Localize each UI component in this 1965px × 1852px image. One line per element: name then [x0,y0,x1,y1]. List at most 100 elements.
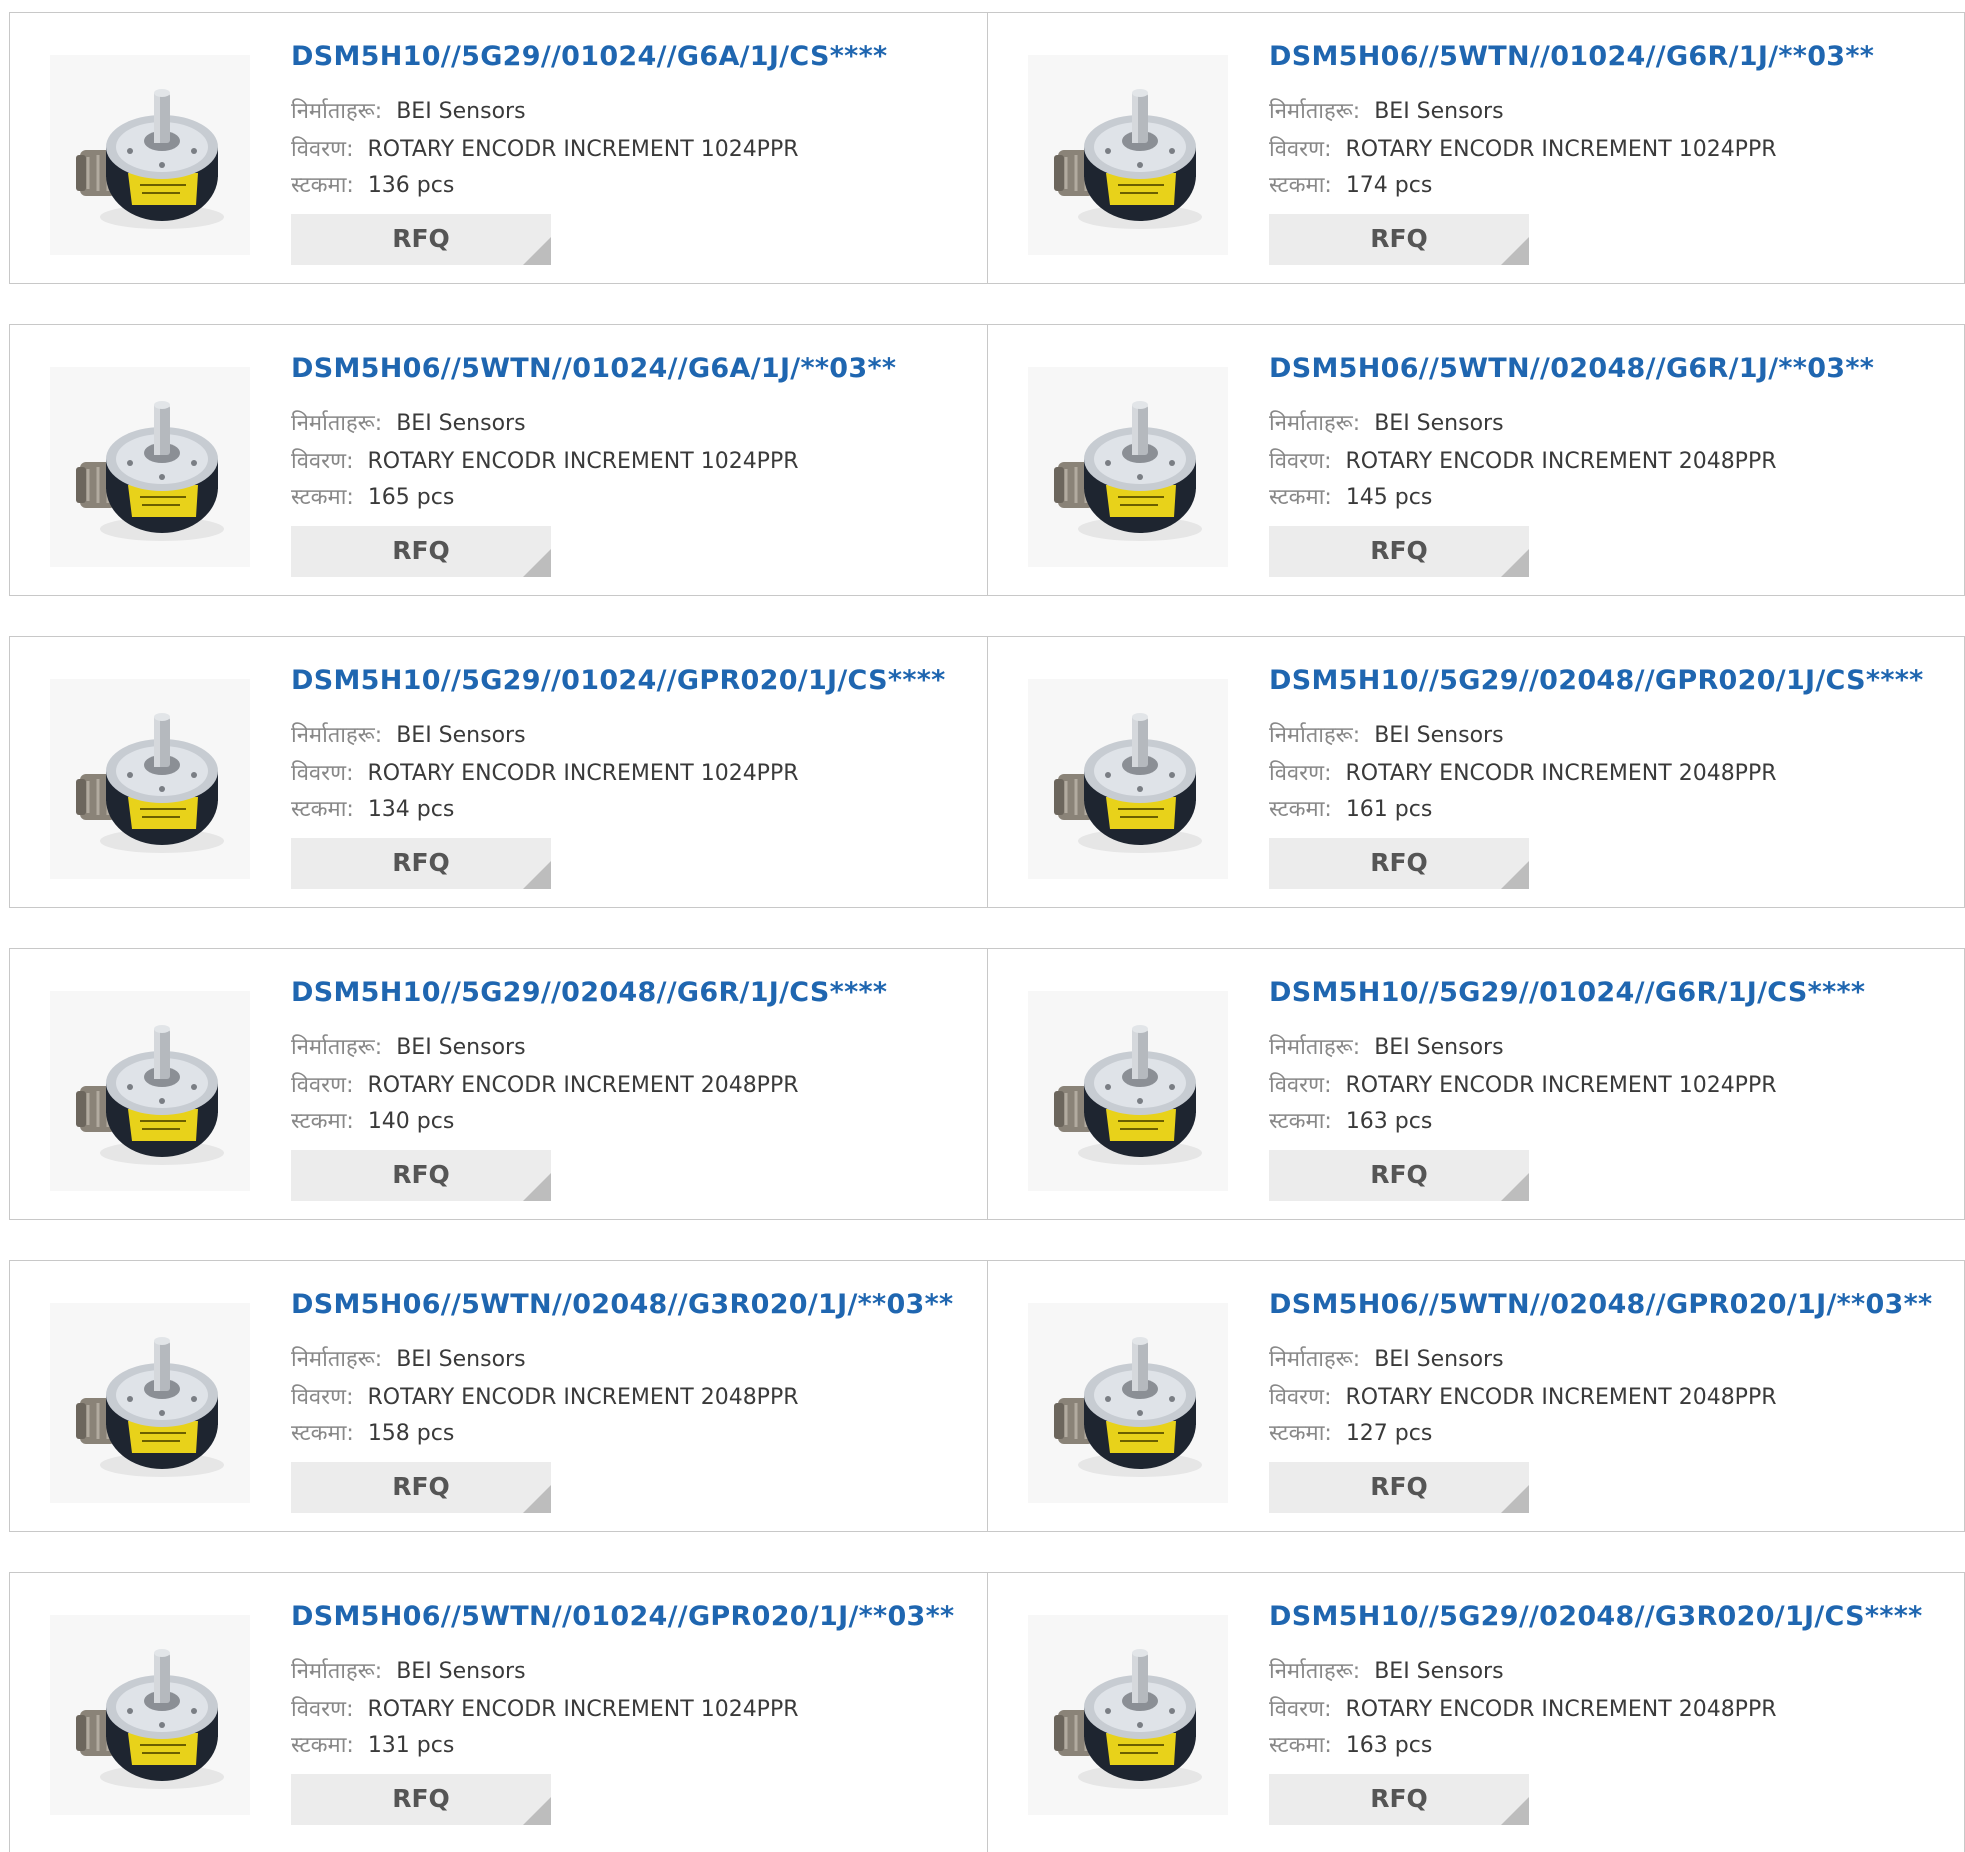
description-value: ROTARY ENCODR INCREMENT 1024PPR [1345,1073,1777,1098]
manufacturer-label: निर्माताहरू: [1269,1659,1361,1684]
manufacturer-row: निर्माताहरू: BEI Sensors [291,1655,526,1685]
product-card: DSM5H10//5G29//02048//GPR020/1J/CS**** न… [988,637,1965,907]
product-image[interactable] [1028,1303,1228,1503]
product-image[interactable] [50,55,250,255]
manufacturer-value: BEI Sensors [1374,411,1504,436]
product-image[interactable] [50,367,250,567]
description-value: ROTARY ENCODR INCREMENT 1024PPR [367,449,799,474]
manufacturer-row: निर्माताहरू: BEI Sensors [291,95,526,125]
rfq-button[interactable]: RFQ [291,214,551,265]
manufacturer-value: BEI Sensors [396,1035,526,1060]
manufacturer-value: BEI Sensors [1374,1347,1504,1372]
manufacturer-value: BEI Sensors [396,723,526,748]
product-title-link[interactable]: DSM5H10//5G29//01024//G6A/1J/CS**** [291,41,887,72]
product-row: DSM5H06//5WTN//01024//GPR020/1J/**03** न… [9,1572,1965,1852]
stock-value: 136 pcs [367,173,455,198]
rfq-button[interactable]: RFQ [291,1774,551,1825]
description-row: विवरण: ROTARY ENCODR INCREMENT 1024PPR [1269,1069,1777,1099]
rfq-button[interactable]: RFQ [291,1462,551,1513]
product-title-link[interactable]: DSM5H06//5WTN//01024//GPR020/1J/**03** [291,1601,954,1632]
manufacturer-row: निर्माताहरू: BEI Sensors [1269,1031,1504,1061]
product-card: DSM5H06//5WTN//02048//G6R/1J/**03** निर्… [988,325,1965,595]
manufacturer-label: निर्माताहरू: [291,1659,383,1684]
description-row: विवरण: ROTARY ENCODR INCREMENT 1024PPR [291,133,799,163]
description-value: ROTARY ENCODR INCREMENT 1024PPR [367,761,799,786]
description-row: विवरण: ROTARY ENCODR INCREMENT 1024PPR [291,1693,799,1723]
rfq-button[interactable]: RFQ [291,838,551,889]
product-title-link[interactable]: DSM5H06//5WTN//01024//G6A/1J/**03** [291,353,896,384]
description-value: ROTARY ENCODR INCREMENT 1024PPR [1345,137,1777,162]
description-row: विवरण: ROTARY ENCODR INCREMENT 2048PPR [1269,757,1777,787]
rfq-label: RFQ [1370,1784,1428,1813]
corner-triangle-icon [523,549,551,577]
rotary-encoder-icon [1054,1649,1202,1789]
manufacturer-row: निर्माताहरू: BEI Sensors [1269,95,1504,125]
rfq-button[interactable]: RFQ [291,1150,551,1201]
product-image[interactable] [50,1303,250,1503]
description-row: विवरण: ROTARY ENCODR INCREMENT 1024PPR [291,757,799,787]
product-card: DSM5H10//5G29//01024//GPR020/1J/CS**** न… [10,637,988,907]
product-title-link[interactable]: DSM5H06//5WTN//02048//G3R020/1J/**03** [291,1289,953,1320]
product-image[interactable] [1028,991,1228,1191]
product-image[interactable] [50,991,250,1191]
manufacturer-row: निर्माताहरू: BEI Sensors [1269,719,1504,749]
manufacturer-value: BEI Sensors [396,1347,526,1372]
stock-value: 134 pcs [367,797,455,822]
product-row: DSM5H10//5G29//02048//G6R/1J/CS**** निर्… [9,948,1965,1220]
product-image[interactable] [1028,55,1228,255]
rotary-encoder-icon [1054,401,1202,541]
rfq-button[interactable]: RFQ [1269,1774,1529,1825]
product-row: DSM5H06//5WTN//02048//G3R020/1J/**03** न… [9,1260,1965,1532]
manufacturer-label: निर्माताहरू: [1269,723,1361,748]
description-row: विवरण: ROTARY ENCODR INCREMENT 1024PPR [291,445,799,475]
description-value: ROTARY ENCODR INCREMENT 2048PPR [1345,1385,1777,1410]
rfq-label: RFQ [1370,848,1428,877]
description-label: विवरण: [291,137,354,162]
stock-value: 158 pcs [367,1421,455,1446]
description-label: विवरण: [1269,1073,1332,1098]
product-title-link[interactable]: DSM5H06//5WTN//02048//GPR020/1J/**03** [1269,1289,1932,1320]
product-image[interactable] [1028,367,1228,567]
rotary-encoder-icon [1054,713,1202,853]
rfq-button[interactable]: RFQ [1269,1150,1529,1201]
product-title-link[interactable]: DSM5H10//5G29//01024//G6R/1J/CS**** [1269,977,1865,1008]
stock-row: स्टकमा: 131 pcs [291,1729,454,1759]
product-title-link[interactable]: DSM5H10//5G29//02048//G3R020/1J/CS**** [1269,1601,1923,1632]
corner-triangle-icon [1501,549,1529,577]
manufacturer-label: निर्माताहरू: [291,1035,383,1060]
description-row: विवरण: ROTARY ENCODR INCREMENT 2048PPR [1269,445,1777,475]
stock-row: स्टकमा: 163 pcs [1269,1105,1432,1135]
description-value: ROTARY ENCODR INCREMENT 1024PPR [367,1697,799,1722]
rfq-button[interactable]: RFQ [1269,838,1529,889]
product-title-link[interactable]: DSM5H10//5G29//02048//G6R/1J/CS**** [291,977,887,1008]
corner-triangle-icon [1501,237,1529,265]
description-value: ROTARY ENCODR INCREMENT 2048PPR [1345,761,1777,786]
stock-label: स्टकमा: [291,797,354,822]
product-title-link[interactable]: DSM5H10//5G29//02048//GPR020/1J/CS**** [1269,665,1924,696]
manufacturer-label: निर्माताहरू: [1269,1035,1361,1060]
product-image[interactable] [50,679,250,879]
corner-triangle-icon [523,237,551,265]
product-image[interactable] [50,1615,250,1815]
manufacturer-row: निर्माताहरू: BEI Sensors [1269,1343,1504,1373]
description-label: विवरण: [291,1073,354,1098]
stock-value: 145 pcs [1345,485,1433,510]
rfq-button[interactable]: RFQ [291,526,551,577]
product-title-link[interactable]: DSM5H06//5WTN//01024//G6R/1J/**03** [1269,41,1874,72]
stock-row: स्टकमा: 158 pcs [291,1417,454,1447]
corner-triangle-icon [1501,1173,1529,1201]
product-image[interactable] [1028,1615,1228,1815]
product-image[interactable] [1028,679,1228,879]
product-row: DSM5H06//5WTN//01024//G6A/1J/**03** निर्… [9,324,1965,596]
manufacturer-row: निर्माताहरू: BEI Sensors [291,1031,526,1061]
rfq-button[interactable]: RFQ [1269,1462,1529,1513]
manufacturer-value: BEI Sensors [1374,99,1504,124]
product-title-link[interactable]: DSM5H10//5G29//01024//GPR020/1J/CS**** [291,665,946,696]
rfq-button[interactable]: RFQ [1269,526,1529,577]
corner-triangle-icon [1501,1485,1529,1513]
stock-label: स्टकमा: [291,1421,354,1446]
product-title-link[interactable]: DSM5H06//5WTN//02048//G6R/1J/**03** [1269,353,1874,384]
rfq-label: RFQ [392,224,450,253]
rfq-button[interactable]: RFQ [1269,214,1529,265]
description-value: ROTARY ENCODR INCREMENT 2048PPR [1345,449,1777,474]
